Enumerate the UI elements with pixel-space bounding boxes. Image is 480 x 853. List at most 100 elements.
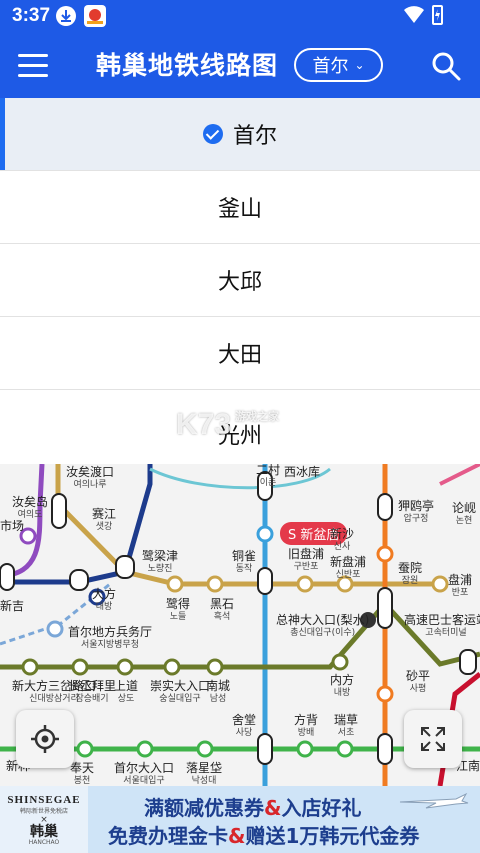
station-dot [163,658,181,676]
station-label: 黑石 흑석 [210,597,235,623]
station-dot [196,740,214,758]
station-label: 市场 [0,519,25,533]
station-dot [376,685,394,703]
battery-icon [432,5,443,25]
menu-button[interactable] [16,50,50,80]
transfer-station [377,587,393,629]
menu-icon-bar [18,64,48,67]
station-label: 瑞草 서초 [334,713,359,739]
station-label: 狎鸥亭 압구정 [398,499,435,525]
airplane-icon [399,792,469,809]
station-label: 铜雀 동작 [232,549,257,575]
station-label: 舍堂 사당 [232,713,257,739]
station-label: 内方 내방 [330,673,355,699]
city-option-daejeon[interactable]: 大田 [0,317,480,390]
station-dot [76,740,94,758]
transfer-station [51,493,67,529]
city-selector-label: 首尔 [312,56,349,77]
station-dot [46,620,64,638]
city-option-label: 大田 [217,343,262,368]
station-label: 首尔大入口 서울대입구 [114,761,175,787]
transfer-station [257,567,273,595]
station-label: 南城 남성 [206,679,231,705]
ad-banner[interactable]: SHINSEGAE 韩际新世界免税店 × 韩巢 HANCHAO 满额减优惠券&入… [0,786,480,853]
station-dot [116,658,134,676]
station-label: 奉天 봉천 [70,761,95,787]
check-icon [202,124,223,144]
station-label: 落星垈 낙성대 [186,761,223,787]
transfer-station [377,733,393,765]
watermark: K73 游戏之家 [176,408,279,442]
station-label: 砂平 사평 [406,669,431,695]
line-8 [439,464,480,486]
city-option-seoul[interactable]: 首尔 [0,98,480,171]
app-bar: 韩巢地铁线路图 首尔 ⌄ [0,32,480,98]
app-notification-icon [84,5,106,27]
station-label: 西冰库 [284,465,321,479]
station-label: 鹭得 노들 [166,597,191,623]
city-option-label: 大邱 [217,270,262,295]
station-label: 盘浦 반포 [448,573,473,599]
station-label: 二村 이촌 [256,464,281,488]
station-label: 崇实大入口 숭실대입구 [150,679,211,705]
station-label: 长丞拜里 장승배기 [68,679,117,705]
ad-brand-sub: 韩际新世界免税店 [19,808,68,815]
chevron-down-icon: ⌄ [354,58,365,72]
station-label: 新盘浦 신반포 [330,555,367,581]
station-label: 论岘 논현 [452,501,477,527]
ad-brand2-sub: HANCHAO [28,839,60,846]
page-title: 韩巢地铁线路图 [96,51,279,80]
station-dot [206,658,224,676]
city-option-label: 首尔 [232,124,277,149]
search-button[interactable] [430,50,462,82]
station-dot [256,525,274,543]
station-dot [431,575,449,593]
ad-brand2: 韩巢 [30,824,58,840]
transfer-station [377,493,393,521]
station-dot [296,740,314,758]
city-selector[interactable]: 首尔 ⌄ [294,48,383,82]
ad-logo: SHINSEGAE 韩际新世界免税店 × 韩巢 HANCHAO [0,786,88,853]
station-label: 方背 방배 [294,713,319,739]
station-label: 大方 대방 [92,587,117,613]
station-label: 鹭梁津 노량진 [142,549,179,575]
station-dot [21,658,39,676]
download-notification-icon [56,6,76,26]
station-dot [71,658,89,676]
transfer-station [115,555,135,579]
station-dot [296,575,314,593]
ad-subline: 免费办理金卡&赠送1万韩元代金券 [108,824,420,848]
city-option-daegu[interactable]: 大邱 [0,244,480,317]
wifi-icon [404,6,424,28]
transfer-station [459,649,477,675]
transfer-station [257,733,273,765]
station-label: 旧盘浦 구반포 [288,547,325,573]
city-option-label: 釜山 [217,197,262,222]
station-dot [331,653,349,671]
station-label: 赛江 샛강 [92,507,117,533]
station-label: 蚕院 잠원 [398,561,423,587]
station-label: 新吉 [0,599,25,613]
expand-icon [421,727,445,751]
menu-icon-bar [18,54,48,57]
ad-headline: 满额减优惠券&入店好礼 [144,796,362,820]
station-dot [336,740,354,758]
transfer-station [69,569,89,591]
station-label: 汝矣渡口 여의나루 [66,465,115,491]
station-dot [206,575,224,593]
status-bar: 3:37 [0,0,480,32]
locate-button[interactable] [16,710,74,768]
station-dot [376,545,394,563]
fullscreen-button[interactable] [404,710,462,768]
station-dot [166,575,184,593]
station-label: 总神大入口(梨水) 총신대입구(이수) [276,613,370,639]
status-time: 3:37 [12,5,51,26]
watermark-text: K73 [176,408,232,441]
station-label: 上道 상도 [114,679,139,705]
station-label: 首尔地方兵务厅 서울지방병무청 [68,625,153,651]
city-option-busan[interactable]: 釜山 [0,171,480,244]
crosshair-icon [31,725,59,753]
watermark-sub: 游戏之家 [235,411,280,423]
transfer-station [0,563,15,591]
search-icon [432,52,461,81]
